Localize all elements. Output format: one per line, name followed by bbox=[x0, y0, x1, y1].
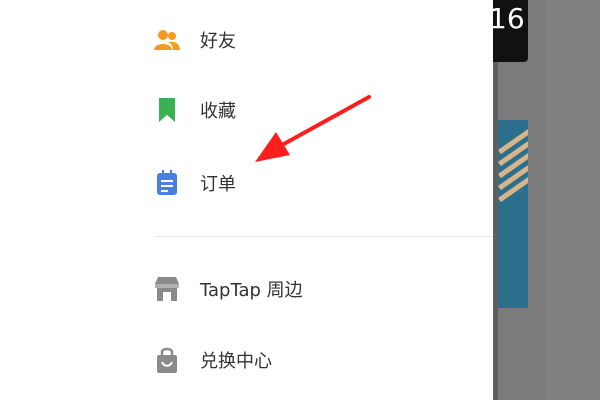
menu-label-taptap-merch: TapTap 周边 bbox=[200, 280, 303, 301]
menu-item-redeem-center[interactable]: 兑换中心 bbox=[152, 337, 482, 383]
bookmark-icon bbox=[152, 95, 182, 125]
menu-label-friends: 好友 bbox=[200, 31, 236, 52]
menu-label-favorites: 收藏 bbox=[200, 101, 236, 122]
shop-icon bbox=[152, 274, 182, 304]
menu-item-taptap-merch[interactable]: TapTap 周边 bbox=[152, 266, 482, 312]
order-icon bbox=[152, 168, 182, 198]
backdrop-top-box: 16 bbox=[493, 0, 528, 62]
backdrop-top-text: 16 bbox=[493, 2, 525, 35]
backdrop-game-card bbox=[498, 120, 528, 308]
menu-item-orders[interactable]: 订单 bbox=[152, 160, 482, 206]
menu-label-redeem-center: 兑换中心 bbox=[200, 351, 272, 372]
menu-divider bbox=[155, 236, 493, 237]
backdrop-right-strip bbox=[545, 0, 600, 400]
menu-label-orders: 订单 bbox=[200, 174, 236, 195]
menu-item-favorites[interactable]: 收藏 bbox=[152, 87, 482, 133]
side-drawer: 好友 收藏 订单 TapTap 周边 兑换中心 bbox=[0, 0, 493, 400]
menu-item-friends[interactable]: 好友 bbox=[152, 17, 482, 63]
friends-icon bbox=[152, 25, 182, 55]
shopping-bag-icon bbox=[152, 345, 182, 375]
